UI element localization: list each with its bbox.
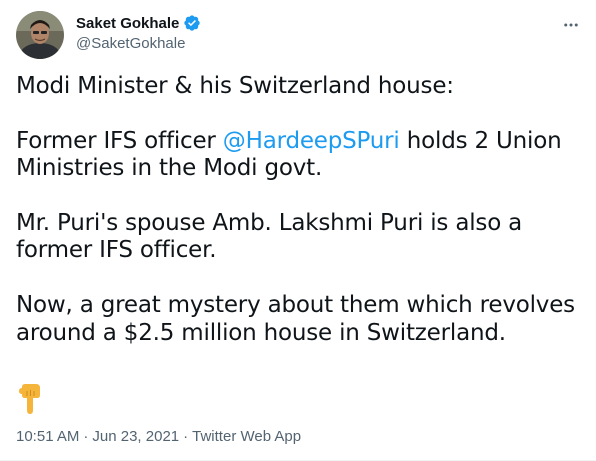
tweet-paragraph-2: Former IFS officer @HardeepSPuri holds 2… xyxy=(16,128,576,183)
name-row: Saket Gokhale xyxy=(76,13,201,33)
meta-separator: · xyxy=(83,428,89,445)
backhand-index-pointing-down-icon xyxy=(16,383,44,415)
mention-link[interactable]: @HardeepSPuri xyxy=(223,128,400,154)
tweet-text: Modi Minister & his Switzerland house: F… xyxy=(16,73,576,374)
tweet-metadata: 10:51 AM · Jun 23, 2021 · Twitter Web Ap… xyxy=(16,428,301,445)
ellipsis-icon xyxy=(564,23,578,27)
profile-photo-icon xyxy=(16,11,64,59)
display-name[interactable]: Saket Gokhale xyxy=(76,15,179,32)
tweet-date[interactable]: Jun 23, 2021 xyxy=(92,428,179,445)
tweet-paragraph-4: Now, a great mystery about them which re… xyxy=(16,292,583,346)
tweet-source[interactable]: Twitter Web App xyxy=(192,428,301,445)
more-options-button[interactable] xyxy=(556,10,586,40)
tweet-line-1: Modi Minister & his Switzerland house: xyxy=(16,73,454,99)
meta-separator: · xyxy=(183,428,189,445)
tweet-time[interactable]: 10:51 AM xyxy=(16,428,79,445)
tweet-paragraph-3: Mr. Puri's spouse Amb. Lakshmi Puri is a… xyxy=(16,210,530,264)
avatar[interactable] xyxy=(16,11,64,59)
verified-badge-icon xyxy=(183,14,201,32)
tweet: Saket Gokhale @SaketGokhale Modi Ministe… xyxy=(0,0,596,461)
tweet-paragraph-2-prefix: Former IFS officer xyxy=(16,127,223,154)
user-handle[interactable]: @SaketGokhale xyxy=(76,35,185,52)
